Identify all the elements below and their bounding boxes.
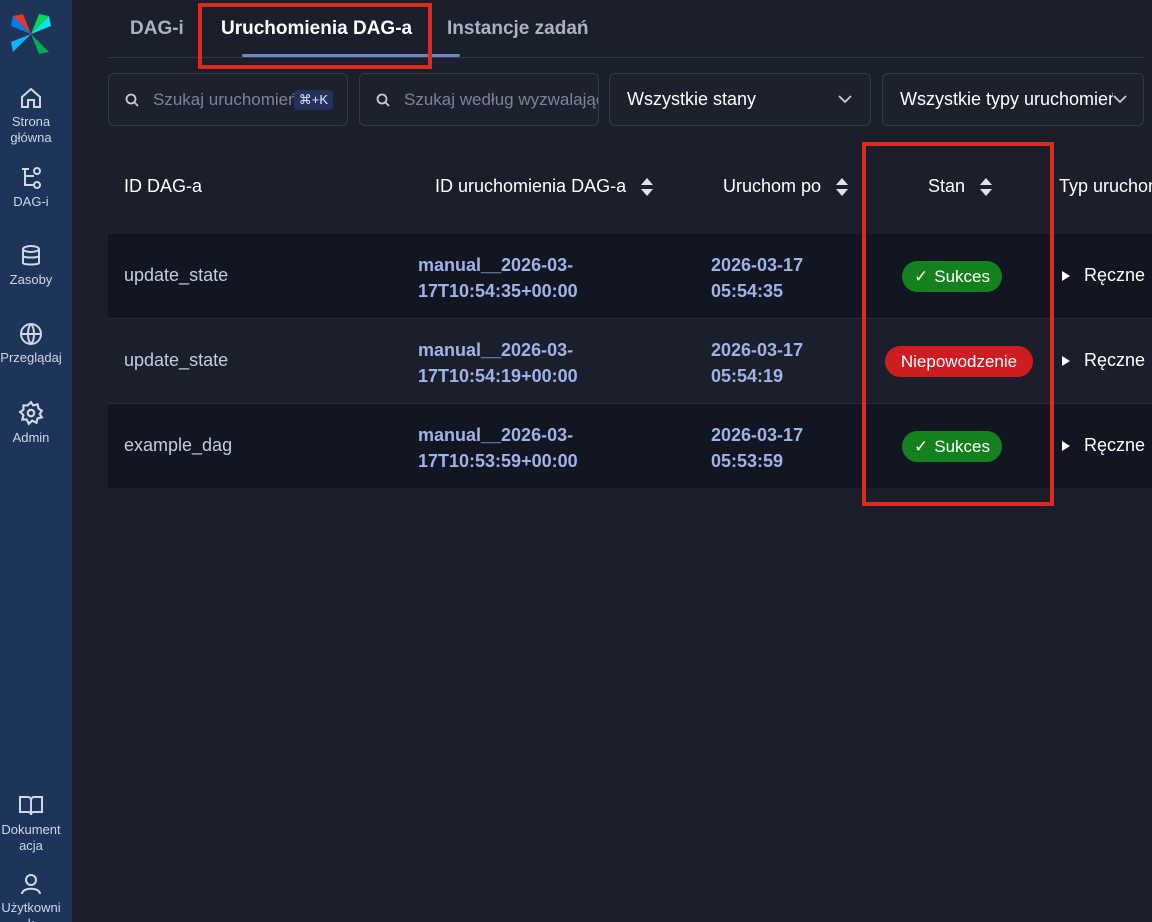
sidebar-item-label: Dokumentacja <box>1 822 61 853</box>
sidebar-item-label: Przeglądaj <box>0 350 62 365</box>
chevron-down-icon <box>838 95 852 104</box>
dag-id-link[interactable]: example_dag <box>124 435 232 456</box>
status-label: Sukces <box>934 436 990 456</box>
chevron-down-icon <box>1113 95 1127 104</box>
play-icon <box>1062 355 1070 366</box>
sort-icon[interactable] <box>835 177 849 197</box>
table-row[interactable]: update_state manual__2026-03- 17T10:54:19… <box>108 319 1152 403</box>
globe-icon <box>20 323 42 346</box>
sidebar-item-admin[interactable]: Admin <box>0 400 62 446</box>
sidebar-item-label: DAG-i <box>13 194 49 209</box>
sidebar-item-assets[interactable]: Zasoby <box>0 244 62 288</box>
sidebar-item-label: Strona główna <box>10 114 52 145</box>
run-type-label: Ręczne <box>1084 350 1146 370</box>
column-header-run-id[interactable]: ID uruchomienia DAG-a <box>435 176 654 197</box>
check-icon: ✓ <box>914 266 929 286</box>
table-row[interactable]: update_state manual__2026-03- 17T10:54:35… <box>108 234 1152 318</box>
gear-icon <box>18 400 44 426</box>
tab-dags[interactable]: DAG-i <box>130 18 184 40</box>
active-tab-indicator <box>242 54 460 57</box>
table-row[interactable]: example_dag manual__2026-03- 17T10:53:59+… <box>108 404 1152 488</box>
column-header-state[interactable]: Stan <box>928 176 993 197</box>
state-select-value: Wszystkie stany <box>627 89 757 109</box>
shortcut-badge: ⌘+K <box>293 89 333 110</box>
search-trigger-input[interactable] <box>404 89 598 110</box>
header-label: Typ uruchomienia <box>1059 176 1152 196</box>
dag-icon <box>22 167 41 189</box>
state-select[interactable]: Wszystkie stany <box>609 73 871 126</box>
run-type-cell: Ręczne <box>1062 435 1145 456</box>
sidebar-item-label: Użytkownik <box>1 900 61 922</box>
run-type-label: Ręczne <box>1084 435 1146 455</box>
check-icon: ✓ <box>914 436 929 456</box>
run-after-date: 2026-03-17 <box>711 255 804 275</box>
column-header-dag-id[interactable]: ID DAG-a <box>124 176 202 197</box>
run-after-value: 2026-03-17 05:54:19 <box>711 337 803 389</box>
run-id-line: manual__2026-03- <box>418 425 574 445</box>
status-label: Sukces <box>934 266 990 286</box>
header-label: ID uruchomienia DAG-a <box>435 176 627 196</box>
sidebar-item-browse[interactable]: Przeglądaj <box>0 322 62 366</box>
run-type-select[interactable]: Wszystkie typy uruchomień <box>882 73 1144 126</box>
column-header-run-type[interactable]: Typ uruchomienia <box>1059 176 1152 197</box>
sidebar: Strona główna DAG-i Zasoby Przeglądaj Ad… <box>0 0 72 922</box>
header-label: Stan <box>928 176 966 196</box>
run-after-value: 2026-03-17 05:53:59 <box>711 422 803 474</box>
sidebar-item-label: Zasoby <box>9 272 53 287</box>
status-badge: ✓ Sukces <box>902 261 1002 292</box>
play-icon <box>1062 440 1070 451</box>
dag-id-link[interactable]: update_state <box>124 350 228 371</box>
sidebar-item-docs[interactable]: Dokumentacja <box>0 794 62 854</box>
search-icon <box>376 93 390 107</box>
status-label: Niepowodzenie <box>900 351 1018 371</box>
sidebar-item-user[interactable]: Użytkownik <box>0 872 62 922</box>
run-id-line: 17T10:54:35+00:00 <box>418 281 578 301</box>
tab-dag-runs[interactable]: Uruchomienia DAG-a <box>221 18 412 40</box>
run-after-date: 2026-03-17 <box>711 425 804 445</box>
run-after-date: 2026-03-17 <box>711 340 804 360</box>
sidebar-item-home[interactable]: Strona główna <box>0 86 62 146</box>
user-icon <box>21 874 41 895</box>
run-id-link[interactable]: manual__2026-03- 17T10:54:35+00:00 <box>418 252 578 304</box>
tab-task-instances[interactable]: Instancje zadań <box>447 18 589 40</box>
run-id-line: manual__2026-03- <box>418 340 574 360</box>
dag-id-link[interactable]: update_state <box>124 265 228 286</box>
run-id-line: 17T10:54:19+00:00 <box>418 366 578 386</box>
header-label: Uruchom po <box>723 176 822 196</box>
run-after-time: 05:54:19 <box>711 366 784 386</box>
database-icon <box>22 245 40 266</box>
sort-icon[interactable] <box>640 177 654 197</box>
status-badge: ✓ Sukces <box>902 431 1002 462</box>
run-after-value: 2026-03-17 05:54:35 <box>711 252 803 304</box>
run-type-label: Ręczne <box>1084 265 1146 285</box>
run-id-line: 17T10:53:59+00:00 <box>418 451 578 471</box>
main-content: DAG-i Uruchomienia DAG-a Instancje zadań… <box>72 0 1152 922</box>
run-type-cell: Ręczne <box>1062 265 1145 286</box>
table-header: ID DAG-a ID uruchomienia DAG-a Uruchom p… <box>108 142 1152 232</box>
search-icon <box>125 93 139 107</box>
sidebar-item-dags[interactable]: DAG-i <box>0 166 62 210</box>
run-after-time: 05:54:35 <box>711 281 784 301</box>
status-badge: Niepowodzenie <box>885 346 1033 377</box>
run-type-cell: Ręczne <box>1062 350 1145 371</box>
run-type-select-value: Wszystkie typy uruchomień <box>900 89 1113 109</box>
home-icon <box>21 87 41 108</box>
run-id-line: manual__2026-03- <box>418 255 574 275</box>
header-label: ID DAG-a <box>124 176 203 196</box>
play-icon <box>1062 270 1070 281</box>
search-trigger-field[interactable] <box>359 73 599 126</box>
search-runs-field[interactable]: ⌘+K <box>108 73 348 126</box>
run-id-link[interactable]: manual__2026-03- 17T10:53:59+00:00 <box>418 422 578 474</box>
run-id-link[interactable]: manual__2026-03- 17T10:54:19+00:00 <box>418 337 578 389</box>
tab-bar: DAG-i Uruchomienia DAG-a Instancje zadań <box>108 0 1144 58</box>
sort-icon[interactable] <box>979 177 993 197</box>
run-after-time: 05:53:59 <box>711 451 784 471</box>
search-runs-input[interactable] <box>153 89 294 110</box>
airflow-logo-icon[interactable] <box>9 12 53 56</box>
sidebar-item-label: Admin <box>12 430 50 445</box>
book-icon <box>19 796 43 816</box>
column-header-run-after[interactable]: Uruchom po <box>723 176 849 197</box>
